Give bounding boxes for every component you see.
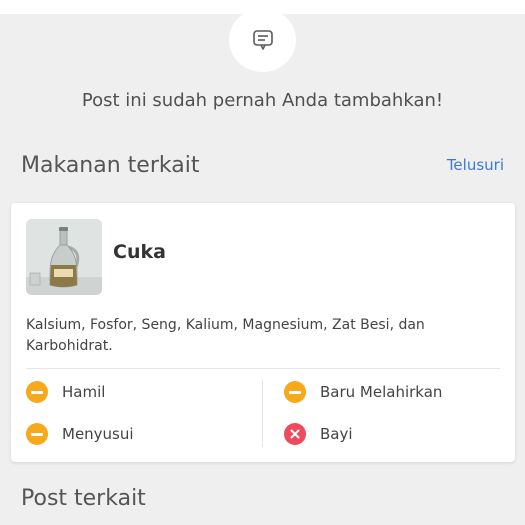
food-name: Cuka [113, 241, 166, 263]
already-added-notice: Post ini sudah pernah Anda tambahkan! [81, 90, 444, 111]
caution-icon [284, 381, 306, 403]
comment-icon-circle [229, 8, 296, 72]
status-label: Baru Melahirkan [320, 383, 443, 401]
not-allowed-icon [284, 423, 306, 445]
caution-icon [26, 423, 48, 445]
related-food-title: Makanan terkait [21, 153, 200, 178]
status-breastfeeding: Menyusui [26, 423, 134, 445]
food-card[interactable]: Cuka Kalsium, Fosfor, Seng, Kalium, Magn… [11, 203, 515, 462]
caution-icon [26, 381, 48, 403]
status-column-divider [262, 379, 263, 447]
vinegar-bottle-image [26, 219, 102, 295]
status-label: Bayi [320, 425, 353, 443]
status-pregnant: Hamil [26, 381, 105, 403]
browse-link[interactable]: Telusuri [447, 156, 504, 174]
card-divider [26, 368, 500, 369]
status-baby: Bayi [284, 423, 353, 445]
status-label: Hamil [62, 383, 106, 401]
status-postpartum: Baru Melahirkan [284, 381, 442, 403]
comment-icon [252, 30, 273, 50]
related-posts-title: Post terkait [21, 486, 146, 511]
food-nutrients: Kalsium, Fosfor, Seng, Kalium, Magnesium… [26, 317, 425, 354]
status-label: Menyusui [62, 425, 134, 443]
